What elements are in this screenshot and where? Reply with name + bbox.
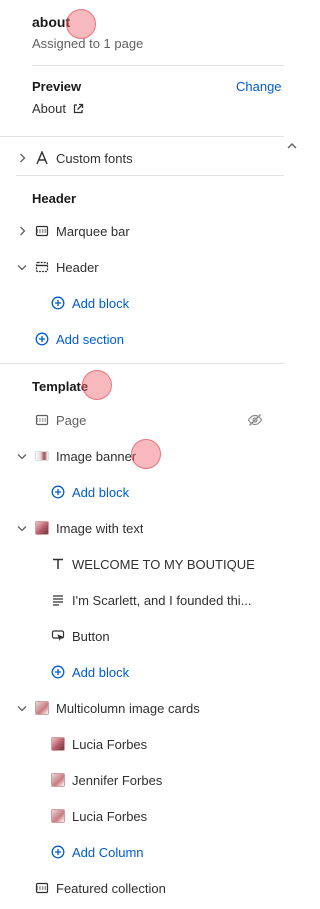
page-icon [34, 412, 50, 428]
section-featured-collection[interactable]: Featured collection [0, 876, 284, 900]
custom-fonts-label: Custom fonts [56, 150, 133, 166]
change-link[interactable]: Change [236, 79, 282, 94]
section-label: Featured collection [56, 880, 166, 896]
eye-off-icon[interactable] [247, 412, 263, 428]
block-column[interactable]: Lucia Forbes [0, 732, 284, 756]
paragraph-icon [50, 592, 66, 608]
preview-page-label: About [32, 101, 66, 116]
page-title: about [32, 14, 71, 30]
image-thumbnail [50, 772, 66, 788]
block-label: Button [72, 628, 110, 644]
image-thumbnail [34, 700, 50, 716]
divider [0, 363, 284, 364]
chevron-right-icon[interactable] [16, 225, 28, 237]
scroll-up-icon[interactable] [286, 139, 298, 151]
section-header-icon [34, 259, 50, 275]
page-label: Page [56, 412, 87, 428]
add-block-button[interactable]: Add block [0, 291, 284, 315]
section-label: Header [56, 259, 99, 275]
section-marquee-bar[interactable]: Marquee bar [0, 219, 284, 243]
chevron-down-icon[interactable] [16, 450, 28, 462]
header-group-title: Header [32, 191, 77, 206]
external-link-icon [72, 103, 84, 115]
chevron-down-icon[interactable] [16, 261, 28, 273]
add-column-label: Add Column [72, 844, 144, 860]
divider [32, 65, 284, 66]
block-text[interactable]: I'm Scarlett, and I founded thi... [0, 588, 284, 612]
plus-circle-icon [50, 664, 66, 680]
block-label: Lucia Forbes [72, 808, 148, 824]
divider [16, 175, 284, 176]
assigned-status: Assigned to 1 page [32, 36, 144, 51]
section-icon [34, 223, 50, 239]
block-column[interactable]: Jennifer Forbes [0, 768, 284, 792]
section-label: Image with text [56, 520, 144, 536]
image-thumbnail [50, 736, 66, 752]
divider [0, 136, 284, 137]
add-block-button[interactable]: Add block [0, 480, 284, 504]
add-block-label: Add block [72, 664, 130, 680]
block-button[interactable]: Button [0, 624, 284, 648]
block-label: I'm Scarlett, and I founded thi... [72, 592, 252, 608]
text-icon [50, 556, 66, 572]
font-icon [34, 150, 50, 166]
click-marker [131, 439, 161, 469]
preview-label: Preview [32, 79, 82, 94]
image-thumbnail [34, 520, 50, 536]
section-header[interactable]: Header [0, 255, 284, 279]
plus-circle-icon [34, 331, 50, 347]
template-page-row[interactable]: Page [0, 408, 284, 432]
template-group-title: Template [32, 379, 89, 394]
block-column[interactable]: Lucia Forbes [0, 804, 284, 828]
section-label: Multicolumn image cards [56, 700, 200, 716]
click-marker [82, 370, 112, 400]
add-section-label: Add section [56, 331, 124, 347]
add-block-label: Add block [72, 484, 130, 500]
section-multicolumn[interactable]: Multicolumn image cards [0, 696, 284, 720]
image-thumbnail [34, 448, 50, 464]
plus-circle-icon [50, 295, 66, 311]
plus-circle-icon [50, 484, 66, 500]
chevron-right-icon[interactable] [16, 152, 28, 164]
block-label: Lucia Forbes [72, 736, 148, 752]
add-block-button[interactable]: Add block [0, 660, 284, 684]
preview-page-link[interactable]: About [32, 101, 84, 116]
click-marker [66, 9, 96, 39]
custom-fonts-row[interactable]: Custom fonts [0, 146, 284, 170]
section-icon [34, 880, 50, 896]
image-thumbnail [50, 808, 66, 824]
button-icon [50, 628, 66, 644]
add-section-button[interactable]: Add section [0, 327, 284, 351]
block-heading[interactable]: WELCOME TO MY BOUTIQUE [0, 552, 284, 576]
section-label: Marquee bar [56, 223, 130, 239]
add-block-label: Add block [72, 295, 130, 311]
chevron-down-icon[interactable] [16, 522, 28, 534]
section-image-with-text[interactable]: Image with text [0, 516, 284, 540]
add-column-button[interactable]: Add Column [0, 840, 284, 864]
section-label: Image banner [56, 448, 137, 464]
plus-circle-icon [50, 844, 66, 860]
block-label: WELCOME TO MY BOUTIQUE [72, 556, 255, 572]
block-label: Jennifer Forbes [72, 772, 163, 788]
chevron-down-icon[interactable] [16, 702, 28, 714]
